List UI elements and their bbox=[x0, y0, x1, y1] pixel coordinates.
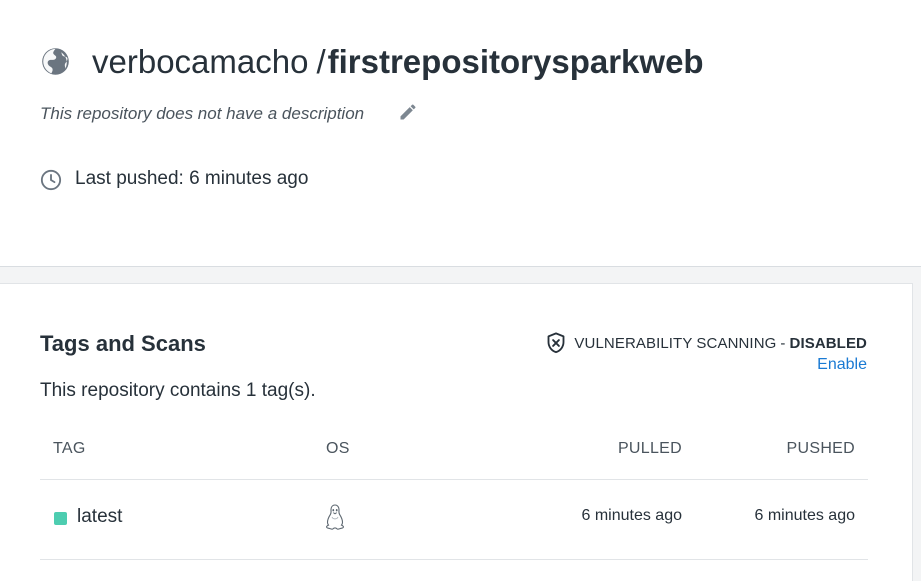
repository-page: verbocamacho/firstrepositorysparkweb Thi… bbox=[0, 0, 921, 581]
column-header-tag: TAG bbox=[53, 440, 86, 457]
repository-name: firstrepositorysparkweb bbox=[327, 43, 704, 80]
vulnerability-label: VULNERABILITY SCANNING bbox=[574, 334, 777, 352]
shield-x-icon bbox=[548, 332, 565, 354]
column-header-os: OS bbox=[326, 440, 350, 457]
repository-description: This repository does not have a descript… bbox=[40, 104, 365, 123]
tag-count-text: This repository contains 1 tag(s). bbox=[40, 380, 316, 401]
pushed-time: 6 minutes ago bbox=[754, 507, 855, 524]
repository-owner[interactable]: verbocamacho bbox=[92, 43, 308, 80]
vulnerability-dash: - bbox=[780, 334, 786, 352]
column-header-pulled: PULLED bbox=[617, 440, 682, 457]
tag-name-link[interactable]: latest bbox=[77, 506, 122, 528]
vulnerability-status: DISABLED bbox=[789, 334, 867, 352]
tags-table-header: TAG OS PULLED PUSHED bbox=[40, 428, 868, 480]
pulled-time: 6 minutes ago bbox=[581, 507, 682, 524]
enable-scanning-link[interactable]: Enable bbox=[817, 356, 867, 374]
vulnerability-scanning-status: VULNERABILITY SCANNING - DISABLED bbox=[546, 332, 867, 354]
title-separator: / bbox=[316, 43, 326, 80]
pencil-icon[interactable] bbox=[398, 102, 418, 122]
globe-icon bbox=[42, 48, 69, 75]
table-row: latest 6 minutes ago 6 minutes ago bbox=[40, 480, 868, 560]
card-title: Tags and Scans bbox=[40, 331, 206, 356]
last-pushed-text: Last pushed: 6 minutes ago bbox=[75, 168, 309, 189]
clock-icon bbox=[40, 169, 62, 191]
tags-and-scans-card: Tags and Scans VULNERABILITY SCANNING - … bbox=[0, 283, 913, 581]
linux-icon bbox=[326, 504, 344, 530]
tag-status-dot bbox=[54, 512, 67, 525]
column-header-pushed: PUSHED bbox=[786, 440, 855, 457]
repository-header: verbocamacho/firstrepositorysparkweb Thi… bbox=[0, 0, 921, 266]
repository-title: verbocamacho/firstrepositorysparkweb bbox=[92, 40, 704, 84]
